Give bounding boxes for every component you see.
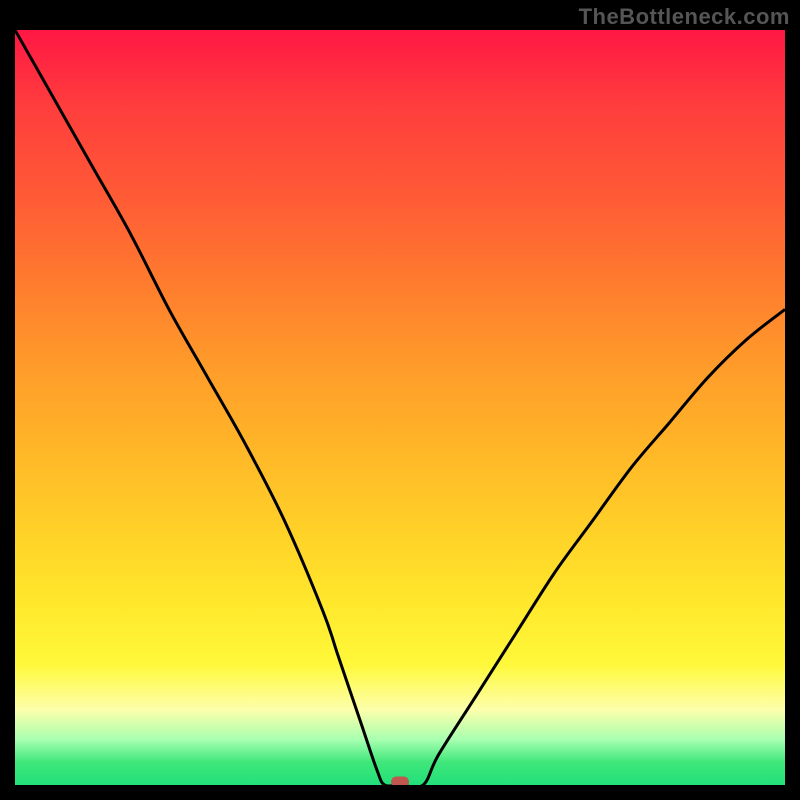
optimal-point-marker (391, 777, 409, 786)
watermark-text: TheBottleneck.com (579, 4, 790, 30)
bottleneck-curve (15, 30, 785, 785)
plot-area (15, 30, 785, 785)
chart-frame: TheBottleneck.com (0, 0, 800, 800)
curve-path (15, 30, 785, 785)
